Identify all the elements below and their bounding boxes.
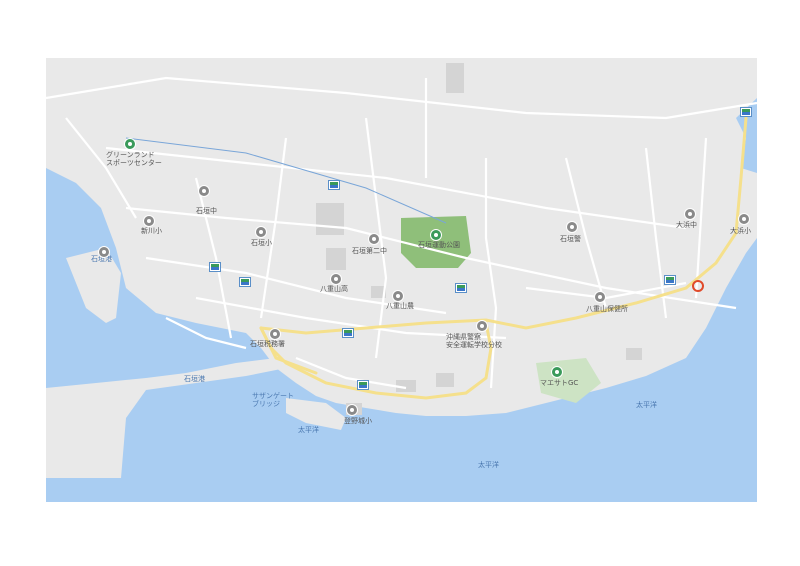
school-icon[interactable]: [368, 233, 380, 245]
label-pacific-3: 太平洋: [478, 461, 499, 469]
school-icon[interactable]: [392, 290, 404, 302]
golf-icon[interactable]: [551, 366, 563, 378]
bus-stop-icon[interactable]: [455, 283, 467, 293]
label-park: 石垣運動公園: [418, 241, 460, 249]
label-tonoshiro-school: 登野城小: [344, 417, 372, 425]
park-icon[interactable]: [430, 229, 442, 241]
label-police-school: 沖縄県警察 安全運転学校分校: [446, 333, 502, 349]
label-golf: マエサトGC: [540, 379, 579, 387]
label-tax-office: 石垣税務署: [250, 340, 285, 348]
label-dai2-junior-high: 石垣第二中: [352, 247, 387, 255]
school-icon[interactable]: [143, 215, 155, 227]
school-icon[interactable]: [684, 208, 696, 220]
park-icon[interactable]: [124, 138, 136, 150]
port-icon[interactable]: [98, 246, 110, 258]
label-green-land: グリーンランド スポーツセンター: [106, 151, 162, 167]
label-yaeyama-health: 八重山保健所: [586, 305, 628, 313]
label-shinkawa-school: 新川小: [141, 227, 162, 235]
hospital-icon[interactable]: [594, 291, 606, 303]
label-yaeyama-agri: 八重山農: [386, 302, 414, 310]
school-icon[interactable]: [476, 320, 488, 332]
school-icon[interactable]: [346, 404, 358, 416]
school-icon[interactable]: [330, 273, 342, 285]
bus-stop-icon[interactable]: [239, 277, 251, 287]
map-base: [46, 58, 757, 502]
label-ishigaki-junior-high: 石垣中: [196, 207, 217, 215]
bus-stop-icon[interactable]: [342, 328, 354, 338]
label-ohama-elementary: 大浜小: [730, 227, 751, 235]
school-icon[interactable]: [738, 213, 750, 225]
label-bridge: サザンゲート ブリッジ: [252, 392, 294, 408]
school-icon[interactable]: [255, 226, 267, 238]
label-pacific-1: 太平洋: [298, 426, 319, 434]
bus-stop-icon[interactable]: [740, 107, 752, 117]
police-icon[interactable]: [566, 221, 578, 233]
school-icon[interactable]: [198, 185, 210, 197]
bus-stop-icon[interactable]: [664, 275, 676, 285]
map-canvas[interactable]: グリーンランド スポーツセンター 石垣港 石垣港 新川小 石垣中 石垣小 石垣第…: [46, 58, 757, 502]
label-ishigaki-port-south: 石垣港: [184, 375, 205, 383]
office-icon[interactable]: [269, 328, 281, 340]
label-ohama-junior-high: 大浜中: [676, 221, 697, 229]
label-ishigaki-police: 石垣警: [560, 235, 581, 243]
bus-stop-icon[interactable]: [209, 262, 221, 272]
highlight-circle-icon[interactable]: [692, 280, 704, 292]
label-yaeyama-high: 八重山高: [320, 285, 348, 293]
label-pacific-2: 太平洋: [636, 401, 657, 409]
bus-stop-icon[interactable]: [328, 180, 340, 190]
bus-stop-icon[interactable]: [357, 380, 369, 390]
label-ishigaki-elementary: 石垣小: [251, 239, 272, 247]
